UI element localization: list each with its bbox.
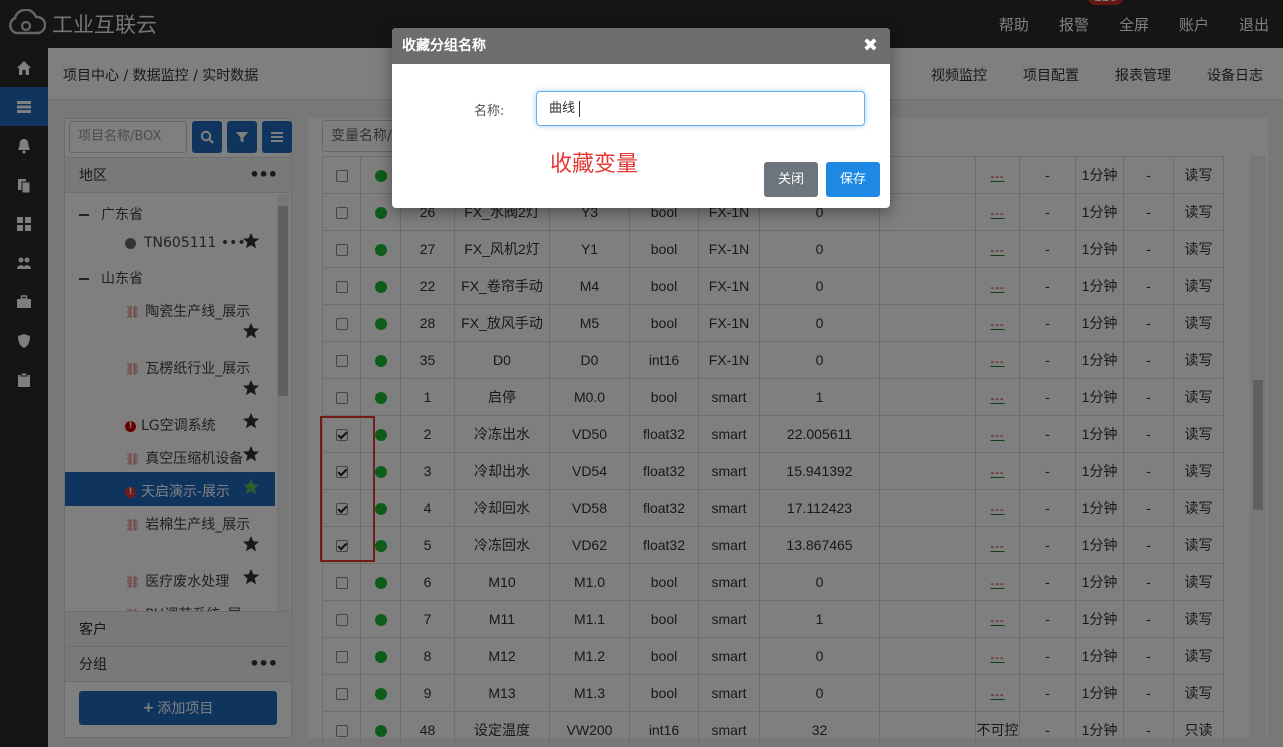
close-button[interactable]: 关闭 — [764, 162, 818, 197]
group-name-value: 曲线 — [549, 101, 576, 116]
save-button[interactable]: 保存 — [826, 162, 880, 197]
dialog-header: 收藏分组名称 ✖ — [392, 28, 890, 64]
favorite-group-dialog: 收藏分组名称 ✖ 名称: 曲线 收藏变量 关闭 保存 — [392, 28, 890, 208]
annotation-text: 收藏变量 — [550, 152, 639, 177]
text-caret — [579, 100, 581, 117]
group-name-input[interactable]: 曲线 — [536, 91, 865, 126]
dialog-title: 收藏分组名称 — [402, 38, 486, 54]
name-field-label: 名称: — [474, 104, 505, 119]
close-icon[interactable]: ✖ — [863, 28, 878, 64]
